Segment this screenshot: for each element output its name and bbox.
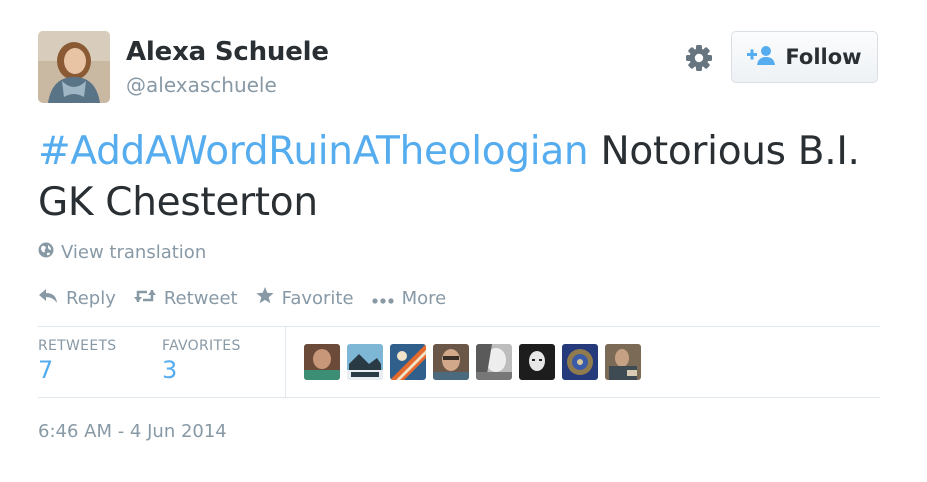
more-dots-icon [371,288,394,309]
user-avatar[interactable] [347,344,383,380]
star-icon [256,287,274,309]
author-display-name[interactable]: Alexa Schuele [126,37,329,67]
tweet-timestamp[interactable]: 6:46 AM - 4 Jun 2014 [38,421,227,442]
user-avatar[interactable] [562,344,598,380]
gear-icon[interactable] [684,43,714,73]
favorites-stat[interactable]: FAVORITES 3 [162,338,241,384]
globe-icon [38,242,54,263]
stats-divider-bottom [38,397,880,398]
more-button[interactable]: More [371,287,447,309]
more-label: More [401,287,447,309]
reply-label: Reply [66,287,116,309]
avatar-photo [38,31,110,103]
favorites-label: FAVORITES [162,338,241,354]
follow-label: Follow [785,45,862,69]
view-translation-link[interactable]: View translation [38,242,206,263]
author-username[interactable]: @alexaschuele [126,73,277,97]
user-avatar[interactable] [605,344,641,380]
retweet-button[interactable]: Retweet [133,287,238,309]
reply-arrow-icon [38,288,58,309]
author-avatar[interactable] [38,31,110,103]
retweets-count: 7 [38,356,54,384]
tweet-text: #AddAWordRuinATheologian Notorious B.I. … [38,126,888,228]
user-avatar[interactable] [519,344,555,380]
favoriter-avatars [304,344,641,380]
retweet-label: Retweet [163,287,238,309]
stats-divider-top [38,326,880,327]
view-translation-label: View translation [61,242,207,263]
retweets-stat[interactable]: RETWEETS 7 [38,338,117,384]
favorite-button[interactable]: Favorite [256,287,354,309]
retweet-icon [133,288,156,309]
stats-separator [285,327,286,397]
user-avatar[interactable] [390,344,426,380]
tweet-actions: Reply Retweet Favorite More [38,287,464,309]
follow-person-plus-icon [747,45,776,69]
hashtag-link[interactable]: #AddAWordRuinATheologian [38,129,589,174]
reply-button[interactable]: Reply [38,288,116,309]
retweets-label: RETWEETS [38,338,117,354]
user-avatar[interactable] [304,344,340,380]
favorites-count: 3 [162,356,178,384]
favorite-label: Favorite [281,287,354,309]
follow-button[interactable]: Follow [731,31,878,83]
user-avatar[interactable] [433,344,469,380]
user-avatar[interactable] [476,344,512,380]
